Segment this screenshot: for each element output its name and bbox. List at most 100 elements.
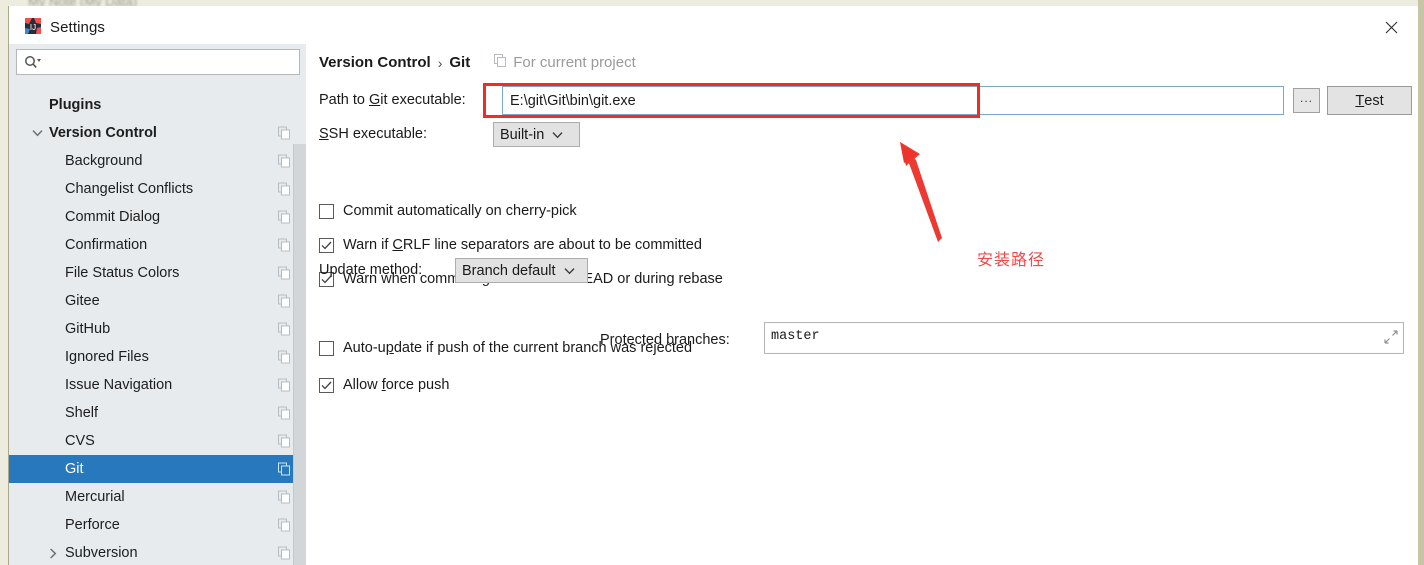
ssh-label-rest: SH executable: bbox=[328, 126, 428, 142]
sidebar-item-git[interactable]: Git bbox=[9, 455, 306, 483]
copy-icon bbox=[278, 238, 291, 252]
settings-tree: Plugins Version Control Background Changeli… bbox=[9, 91, 306, 565]
sidebar-item-label: Plugins bbox=[49, 97, 102, 113]
sidebar-item-cvs[interactable]: CVS bbox=[9, 427, 306, 455]
sidebar-scrollbar[interactable] bbox=[294, 144, 306, 565]
ssh-executable-value: Built-in bbox=[500, 126, 545, 143]
expand-icon[interactable] bbox=[1384, 330, 1398, 349]
copy-icon bbox=[278, 126, 291, 140]
checkbox-checked-icon[interactable] bbox=[319, 237, 334, 253]
sidebar-item-label: Version Control bbox=[49, 125, 157, 141]
copy-icon bbox=[494, 54, 507, 71]
update-method-label: Update method: bbox=[319, 262, 423, 278]
settings-main-panel: Version Control › Git For current projec… bbox=[306, 44, 1418, 565]
ssh-executable-dropdown[interactable]: Built-in bbox=[493, 122, 580, 147]
sidebar-item-issue-navigation[interactable]: Issue Navigation bbox=[9, 371, 306, 399]
breadcrumb: Version Control › Git For current projec… bbox=[319, 54, 636, 71]
path-to-git-executable-label: Path to Git executable: bbox=[319, 92, 466, 108]
sidebar-item-background[interactable]: Background bbox=[9, 147, 306, 175]
path-label-pre: Path to bbox=[319, 92, 369, 108]
sidebar-item-label: Subversion bbox=[65, 545, 138, 561]
git-executable-path-input[interactable] bbox=[502, 86, 1284, 115]
sidebar-item-label: CVS bbox=[65, 433, 95, 449]
sidebar-item-commit-dialog[interactable]: Commit Dialog bbox=[9, 203, 306, 231]
sidebar-item-label: File Status Colors bbox=[65, 265, 180, 281]
sidebar-item-mercurial[interactable]: Mercurial bbox=[9, 483, 306, 511]
sidebar-item-label: Gitee bbox=[65, 293, 100, 309]
breadcrumb-current: Git bbox=[449, 54, 471, 71]
checkbox-warn-if-crlf-line-separators-are-about-to-be-committed[interactable]: Warn if CRLF line separators are about t… bbox=[319, 237, 702, 253]
sidebar-item-ignored-files[interactable]: Ignored Files bbox=[9, 343, 306, 371]
protected-branches-label: Protected branches: bbox=[600, 332, 730, 348]
sidebar-item-label: Perforce bbox=[65, 517, 120, 533]
chevron-down-icon bbox=[552, 127, 563, 143]
copy-icon bbox=[278, 518, 291, 532]
protected-branches-value: master bbox=[771, 329, 820, 344]
copy-icon bbox=[278, 546, 291, 560]
sidebar-item-gitee[interactable]: Gitee bbox=[9, 287, 306, 315]
search-field-wrapper[interactable] bbox=[16, 49, 300, 75]
sidebar-item-file-status-colors[interactable]: File Status Colors bbox=[9, 259, 306, 287]
search-icon bbox=[24, 55, 41, 75]
ssh-label-mnemonic: S bbox=[319, 126, 329, 142]
test-button[interactable]: Test bbox=[1327, 86, 1412, 115]
sidebar-item-changelist-conflicts[interactable]: Changelist Conflicts bbox=[9, 175, 306, 203]
test-button-mnemonic: T bbox=[1355, 92, 1365, 109]
checkbox-checked-icon[interactable] bbox=[319, 377, 334, 393]
sidebar-item-label: Changelist Conflicts bbox=[65, 181, 194, 197]
ssh-executable-label: SSH executable: bbox=[319, 126, 427, 142]
update-method-value: Branch default bbox=[462, 262, 556, 279]
copy-icon bbox=[278, 434, 291, 448]
sidebar-item-label: Confirmation bbox=[65, 237, 148, 253]
sidebar-item-confirmation[interactable]: Confirmation bbox=[9, 231, 306, 259]
sidebar-item-label: Background bbox=[65, 153, 143, 169]
checkbox-unchecked-icon[interactable] bbox=[319, 340, 334, 356]
checkbox-commit-automatically-on-cherry-pick[interactable]: Commit automatically on cherry-pick bbox=[319, 203, 577, 219]
settings-window-root: My Note (My Data) IJ Settings Plugins Ve… bbox=[0, 0, 1424, 565]
svg-text:IJ: IJ bbox=[30, 23, 36, 32]
checkbox-unchecked-icon[interactable] bbox=[319, 203, 334, 219]
sidebar-item-label: Commit Dialog bbox=[65, 209, 161, 225]
breadcrumb-separator: › bbox=[437, 54, 443, 71]
update-method-dropdown[interactable]: Branch default bbox=[455, 258, 588, 283]
protected-branches-textarea[interactable]: master bbox=[764, 322, 1404, 354]
sidebar-item-label: Issue Navigation bbox=[65, 377, 173, 393]
sidebar-item-perforce[interactable]: Perforce bbox=[9, 511, 306, 539]
checkbox-label: Allow force push bbox=[343, 377, 450, 393]
checkbox-label: Commit automatically on cherry-pick bbox=[343, 203, 577, 219]
chevron-down-icon[interactable] bbox=[30, 126, 44, 140]
chevron-down-icon bbox=[564, 263, 575, 279]
window-title: Settings bbox=[50, 19, 105, 36]
title-bar: IJ Settings bbox=[9, 6, 1418, 44]
sidebar-item-label: GitHub bbox=[65, 321, 111, 337]
intellij-idea-icon: IJ bbox=[25, 18, 41, 34]
sidebar-item-subversion[interactable]: Subversion bbox=[9, 539, 306, 565]
copy-icon bbox=[278, 154, 291, 168]
annotation-label: 安装路径 bbox=[977, 250, 1046, 269]
close-button[interactable] bbox=[1369, 14, 1413, 40]
copy-icon bbox=[278, 266, 291, 280]
copy-icon bbox=[278, 490, 291, 504]
path-label-mnemonic: G bbox=[368, 92, 381, 108]
copy-icon bbox=[278, 210, 291, 224]
checkbox-label: Warn if CRLF line separators are about t… bbox=[343, 237, 702, 253]
project-scope-indicator: For current project bbox=[494, 54, 636, 71]
search-input[interactable] bbox=[47, 50, 297, 74]
copy-icon bbox=[278, 378, 291, 392]
copy-icon bbox=[278, 294, 291, 308]
checkbox-allow-force-push[interactable]: Allow force push bbox=[319, 377, 449, 393]
sidebar-item-github[interactable]: GitHub bbox=[9, 315, 306, 343]
sidebar-item-shelf[interactable]: Shelf bbox=[9, 399, 306, 427]
sidebar-item-label: Shelf bbox=[65, 405, 99, 421]
breadcrumb-parent[interactable]: Version Control bbox=[319, 54, 431, 71]
chevron-right-icon[interactable] bbox=[46, 546, 60, 560]
copy-icon bbox=[278, 350, 291, 364]
sidebar-item-label: Git bbox=[65, 461, 84, 477]
sidebar-item-version-control[interactable]: Version Control bbox=[9, 119, 306, 147]
copy-icon bbox=[278, 182, 291, 196]
copy-icon bbox=[278, 462, 291, 476]
window-right-edge bbox=[1418, 0, 1424, 565]
sidebar-item-label: Mercurial bbox=[65, 489, 125, 505]
browse-path-button[interactable]: ... bbox=[1293, 88, 1320, 113]
sidebar-item-plugins[interactable]: Plugins bbox=[9, 91, 306, 119]
